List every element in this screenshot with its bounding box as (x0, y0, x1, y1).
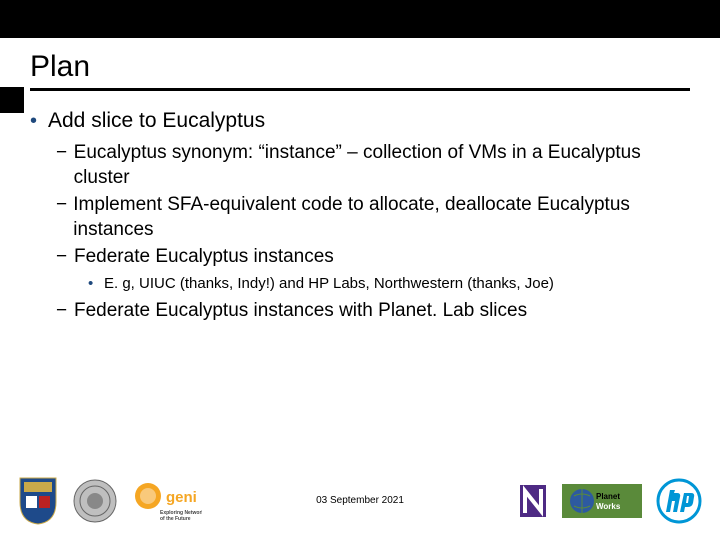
bullet-text: Eucalyptus synonym: “instance” – collect… (74, 140, 690, 190)
dash-icon: − (56, 298, 74, 323)
bullet-level3: • E. g, UIUC (thanks, Indy!) and HP Labs… (88, 273, 690, 294)
footer-date: 03 September 2021 (316, 495, 404, 507)
dash-icon: − (56, 244, 74, 269)
title-left-block (0, 87, 24, 113)
dash-icon: − (56, 192, 73, 242)
seal-logo-icon (72, 478, 118, 524)
dash-icon: − (56, 140, 74, 190)
bullet-dot-icon: • (88, 273, 104, 294)
bullet-text: Implement SFA-equivalent code to allocat… (73, 192, 690, 242)
bullet-text: Add slice to Eucalyptus (48, 108, 265, 134)
svg-text:Planet: Planet (596, 492, 620, 501)
bullet-text: E. g, UIUC (thanks, Indy!) and HP Labs, … (104, 273, 554, 294)
svg-text:geni: geni (166, 489, 197, 506)
svg-text:of the Future: of the Future (160, 516, 191, 522)
planetworks-logo-icon: Planet Works (562, 484, 642, 518)
logos-left: geni Exploring Networks of the Future (18, 476, 202, 526)
bullet-text: Federate Eucalyptus instances with Plane… (74, 298, 527, 323)
northwestern-n-logo-icon (518, 481, 548, 521)
bullet-level2: − Implement SFA-equivalent code to alloc… (56, 192, 690, 242)
bullet-level1: • Add slice to Eucalyptus (30, 108, 690, 134)
bullet-level2: − Federate Eucalyptus instances (56, 244, 690, 269)
top-black-bar (0, 0, 720, 38)
geni-logo-icon: geni Exploring Networks of the Future (132, 478, 202, 524)
hp-logo-icon (656, 478, 702, 524)
bullet-level2: − Federate Eucalyptus instances with Pla… (56, 298, 690, 323)
footer: geni Exploring Networks of the Future 03… (0, 468, 720, 540)
bullet-dot-icon: • (30, 108, 48, 134)
slide-content: • Add slice to Eucalyptus − Eucalyptus s… (30, 108, 690, 325)
shield-crest-logo-icon (18, 476, 58, 526)
bullet-level2: − Eucalyptus synonym: “instance” – colle… (56, 140, 690, 190)
bullet-text: Federate Eucalyptus instances (74, 244, 334, 269)
svg-text:Works: Works (596, 502, 621, 511)
slide-title: Plan (30, 50, 690, 91)
logos-right: Planet Works (518, 478, 702, 524)
